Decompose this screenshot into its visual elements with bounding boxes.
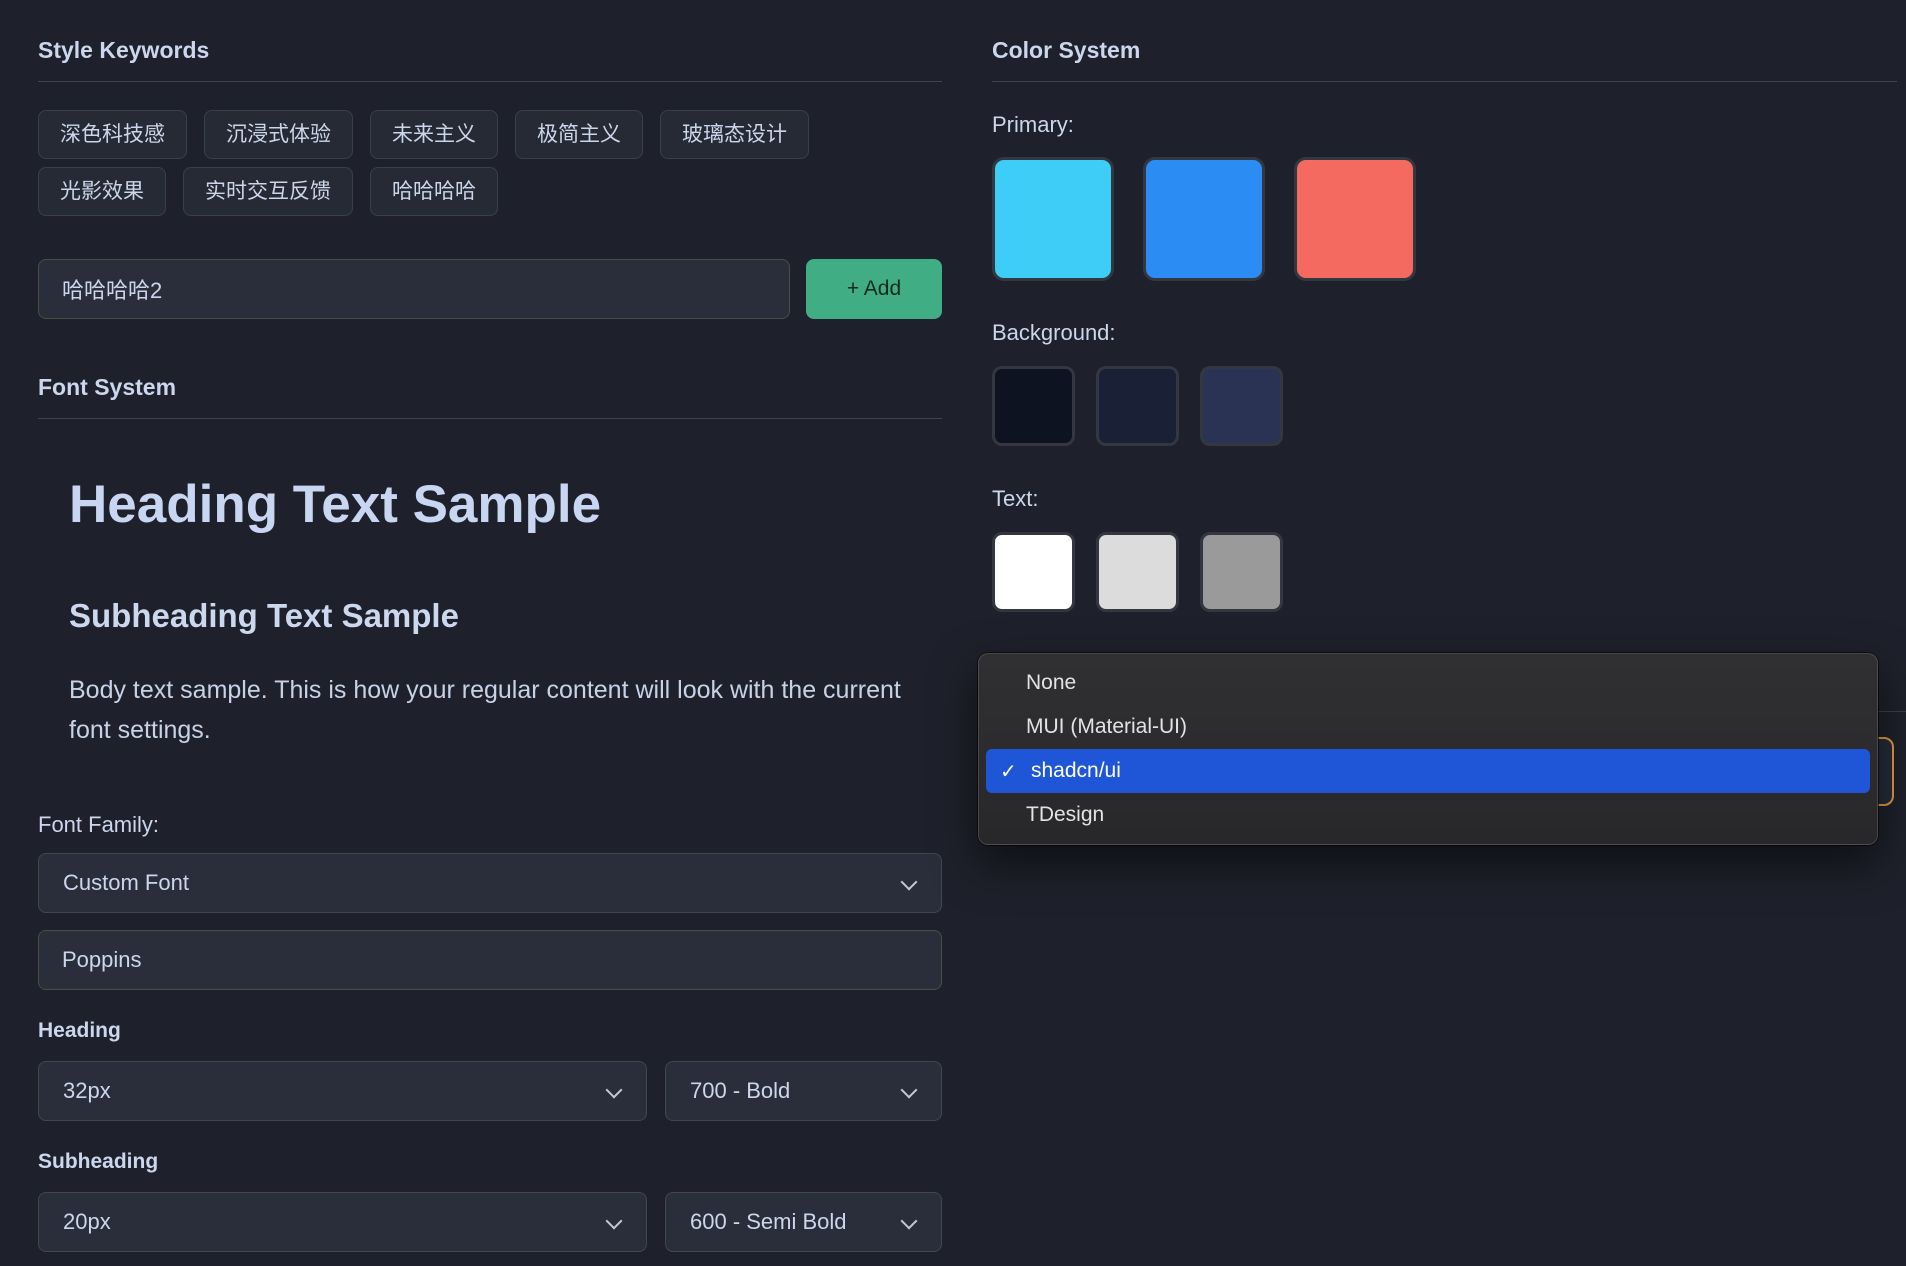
heading-weight-value: 700 - Bold bbox=[690, 1078, 790, 1104]
text-color-swatch[interactable] bbox=[1096, 532, 1179, 612]
background-color-swatch[interactable] bbox=[1200, 366, 1283, 446]
component-library-dropdown-menu: None MUI (Material-UI) ✓ shadcn/ui TDesi… bbox=[978, 653, 1878, 845]
dropdown-option-label: shadcn/ui bbox=[1031, 759, 1121, 783]
heading-weight-select[interactable]: 700 - Bold bbox=[665, 1061, 942, 1121]
chevron-down-icon bbox=[901, 874, 918, 891]
subheading-weight-select[interactable]: 600 - Semi Bold bbox=[665, 1192, 942, 1252]
style-keyword-tag[interactable]: 哈哈哈哈 bbox=[370, 167, 498, 216]
add-keyword-row: + Add bbox=[38, 259, 942, 319]
primary-color-swatch[interactable] bbox=[1294, 157, 1416, 281]
font-family-select[interactable]: Custom Font bbox=[38, 853, 942, 913]
checkmark-icon: ✓ bbox=[1000, 759, 1022, 784]
color-system-divider bbox=[992, 81, 1897, 82]
keyword-input[interactable] bbox=[38, 259, 790, 319]
style-keywords-title: Style Keywords bbox=[38, 36, 942, 64]
font-system-title: Font System bbox=[38, 373, 942, 401]
background-color-swatch[interactable] bbox=[992, 366, 1075, 446]
background-color-swatch[interactable] bbox=[1096, 366, 1179, 446]
preview-body-text: Body text sample. This is how your regul… bbox=[69, 670, 949, 750]
page: { "colors": { "add_button_bg": "#41AD85"… bbox=[0, 0, 1906, 1266]
background-swatch-row bbox=[992, 366, 1897, 446]
chevron-down-icon bbox=[606, 1213, 623, 1230]
chevron-down-icon bbox=[901, 1213, 918, 1230]
subheading-size-value: 20px bbox=[63, 1209, 111, 1235]
heading-size-value: 32px bbox=[63, 1078, 111, 1104]
style-keywords-divider bbox=[38, 81, 942, 82]
font-preview: Heading Text Sample Subheading Text Samp… bbox=[38, 474, 942, 750]
style-keyword-tag[interactable]: 极简主义 bbox=[515, 110, 643, 159]
preview-heading: Heading Text Sample bbox=[69, 474, 942, 536]
style-keyword-tag[interactable]: 实时交互反馈 bbox=[183, 167, 353, 216]
heading-label: Heading bbox=[38, 1018, 942, 1044]
right-column: Color System Primary: Background: Text: bbox=[992, 30, 1897, 612]
subheading-size-select[interactable]: 20px bbox=[38, 1192, 647, 1252]
preview-subheading: Subheading Text Sample bbox=[69, 596, 942, 636]
primary-color-swatch[interactable] bbox=[992, 157, 1114, 281]
style-keyword-tag[interactable]: 玻璃态设计 bbox=[660, 110, 809, 159]
font-system-divider bbox=[38, 418, 942, 419]
add-keyword-button[interactable]: + Add bbox=[806, 259, 942, 319]
background-colors-label: Background: bbox=[992, 320, 1897, 346]
style-keyword-tag[interactable]: 光影效果 bbox=[38, 167, 166, 216]
left-column: Style Keywords 深色科技感 沉浸式体验 未来主义 极简主义 玻璃态… bbox=[38, 30, 942, 1252]
heading-size-select[interactable]: 32px bbox=[38, 1061, 647, 1121]
chevron-down-icon bbox=[901, 1082, 918, 1099]
style-keywords-tag-list: 深色科技感 沉浸式体验 未来主义 极简主义 玻璃态设计 光影效果 实时交互反馈 … bbox=[38, 110, 942, 216]
primary-color-swatch[interactable] bbox=[1143, 157, 1265, 281]
custom-font-input[interactable] bbox=[38, 930, 942, 990]
chevron-down-icon bbox=[606, 1082, 623, 1099]
font-family-select-value: Custom Font bbox=[63, 870, 189, 896]
font-family-label: Font Family: bbox=[38, 812, 942, 838]
dropdown-option-none[interactable]: None bbox=[979, 661, 1877, 705]
dropdown-option-shadcn-selected[interactable]: ✓ shadcn/ui bbox=[986, 749, 1870, 793]
subheading-settings-row: 20px 600 - Semi Bold bbox=[38, 1192, 942, 1252]
subheading-label: Subheading bbox=[38, 1149, 942, 1175]
primary-swatch-row bbox=[992, 157, 1897, 281]
style-keyword-tag[interactable]: 深色科技感 bbox=[38, 110, 187, 159]
primary-colors-label: Primary: bbox=[992, 112, 1897, 138]
text-color-swatch[interactable] bbox=[1200, 532, 1283, 612]
text-colors-label: Text: bbox=[992, 486, 1897, 512]
heading-settings-row: 32px 700 - Bold bbox=[38, 1061, 942, 1121]
style-keyword-tag[interactable]: 未来主义 bbox=[370, 110, 498, 159]
dropdown-option-tdesign[interactable]: TDesign bbox=[979, 793, 1877, 837]
text-swatch-row bbox=[992, 532, 1897, 612]
subheading-weight-value: 600 - Semi Bold bbox=[690, 1209, 847, 1235]
text-color-swatch[interactable] bbox=[992, 532, 1075, 612]
style-keyword-tag[interactable]: 沉浸式体验 bbox=[204, 110, 353, 159]
dropdown-option-mui[interactable]: MUI (Material-UI) bbox=[979, 705, 1877, 749]
color-system-title: Color System bbox=[992, 36, 1897, 64]
